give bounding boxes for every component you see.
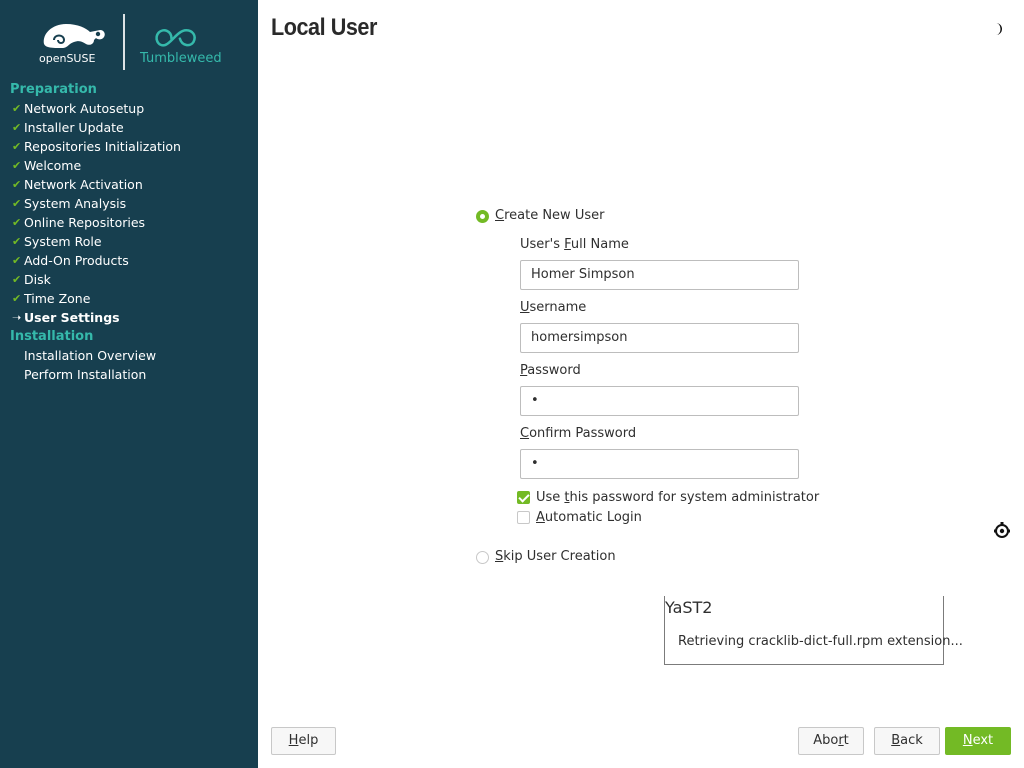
- popup-title: YaST2: [665, 598, 713, 617]
- sidebar-item-label: Add-On Products: [24, 253, 129, 268]
- sidebar-item-label: Perform Installation: [24, 367, 147, 382]
- sidebar-item-label: Online Repositories: [24, 215, 146, 230]
- sidebar-item-label: Repositories Initialization: [24, 139, 181, 154]
- full-name-input[interactable]: Homer Simpson: [520, 260, 799, 290]
- sidebar-item-user-settings: ➝ User Settings: [0, 308, 258, 327]
- full-name-label: User's Full Name: [520, 237, 629, 252]
- check-icon: ✔: [12, 140, 22, 153]
- sidebar-item-label: Installer Update: [24, 120, 124, 135]
- sidebar-item-network-autosetup: ✔ Network Autosetup: [0, 99, 258, 118]
- accessibility-icon[interactable]: [992, 520, 1012, 540]
- automatic-login-checkbox[interactable]: [517, 511, 530, 524]
- sidebar-item-system-role: ✔ System Role: [0, 232, 258, 251]
- popup-message: Retrieving cracklib-dict-full.rpm extens…: [678, 634, 963, 649]
- sidebar-item-network-activation: ✔ Network Activation: [0, 175, 258, 194]
- section-installation: Installation: [10, 329, 94, 344]
- check-icon: ✔: [12, 121, 22, 134]
- svg-text:openSUSE: openSUSE: [39, 52, 95, 64]
- sidebar-item-label: Network Autosetup: [24, 101, 145, 116]
- sidebar-item-time-zone: ✔ Time Zone: [0, 289, 258, 308]
- check-icon: ✔: [12, 102, 22, 115]
- sidebar-item-disk: ✔ Disk: [0, 270, 258, 289]
- use-for-admin-label[interactable]: Use this password for system administrat…: [536, 490, 819, 505]
- sidebar-item-label: Welcome: [24, 158, 82, 173]
- opensuse-logo: openSUSE: [39, 24, 105, 64]
- create-user-label[interactable]: Create New User: [495, 208, 604, 223]
- arrow-right-icon: ➝: [12, 311, 22, 324]
- confirm-password-label: Confirm Password: [520, 426, 637, 441]
- page-title: Local User: [271, 14, 377, 41]
- check-icon: ✔: [12, 178, 22, 191]
- logo-divider: [123, 14, 125, 70]
- check-icon: ✔: [12, 254, 22, 267]
- check-icon: ✔: [12, 292, 22, 305]
- sidebar-item-add-on-products: ✔ Add-On Products: [0, 251, 258, 270]
- help-button[interactable]: Help: [271, 727, 336, 755]
- skip-user-radio[interactable]: [476, 551, 489, 564]
- check-icon: ✔: [12, 159, 22, 172]
- password-input[interactable]: •: [520, 386, 799, 416]
- tumbleweed-logo: Tumbleweed: [139, 29, 222, 66]
- progress-popup: YaST2 Retrieving cracklib-dict-full.rpm …: [664, 596, 963, 665]
- sidebar-item-label: System Analysis: [24, 196, 127, 211]
- sidebar: openSUSE Tumbleweed Preparation ✔ Network…: [0, 0, 258, 768]
- abort-button[interactable]: Abort: [798, 727, 864, 755]
- next-button[interactable]: Next: [945, 727, 1011, 755]
- sidebar-item-online-repositories: ✔ Online Repositories: [0, 213, 258, 232]
- sidebar-item-label: Disk: [24, 272, 51, 287]
- check-icon: ✔: [12, 273, 22, 286]
- confirm-password-input[interactable]: •: [520, 449, 799, 479]
- sidebar-item-repositories-initialization: ✔ Repositories Initialization: [0, 137, 258, 156]
- sidebar-item-welcome: ✔ Welcome: [0, 156, 258, 175]
- username-input[interactable]: homersimpson: [520, 323, 799, 353]
- sidebar-item-perform-installation: Perform Installation: [0, 365, 258, 384]
- check-icon: ✔: [12, 197, 22, 210]
- password-label: Password: [520, 363, 581, 378]
- sidebar-item-label: Time Zone: [24, 291, 91, 306]
- sidebar-item-label: User Settings: [24, 310, 120, 325]
- sidebar-item-installer-update: ✔ Installer Update: [0, 118, 258, 137]
- check-icon: ✔: [12, 235, 22, 248]
- section-preparation: Preparation: [10, 82, 97, 97]
- sidebar-item-system-analysis: ✔ System Analysis: [0, 194, 258, 213]
- half-moon-icon[interactable]: [990, 20, 1008, 38]
- check-icon: ✔: [12, 216, 22, 229]
- sidebar-item-label: Installation Overview: [24, 348, 157, 363]
- skip-user-label[interactable]: Skip User Creation: [495, 549, 616, 564]
- username-label: Username: [520, 300, 587, 315]
- sidebar-item-label: System Role: [24, 234, 102, 249]
- sidebar-item-label: Network Activation: [24, 177, 143, 192]
- sidebar-item-installation-overview: Installation Overview: [0, 346, 258, 365]
- sidebar-nav: Preparation ✔ Network Autosetup ✔ Installe…: [0, 80, 258, 384]
- back-button[interactable]: Back: [874, 727, 940, 755]
- svg-text:Tumbleweed: Tumbleweed: [139, 51, 222, 66]
- use-for-admin-checkbox[interactable]: [517, 491, 530, 504]
- create-user-radio[interactable]: [476, 210, 489, 223]
- automatic-login-label[interactable]: Automatic Login: [536, 510, 642, 525]
- logo-area: openSUSE Tumbleweed: [0, 0, 258, 78]
